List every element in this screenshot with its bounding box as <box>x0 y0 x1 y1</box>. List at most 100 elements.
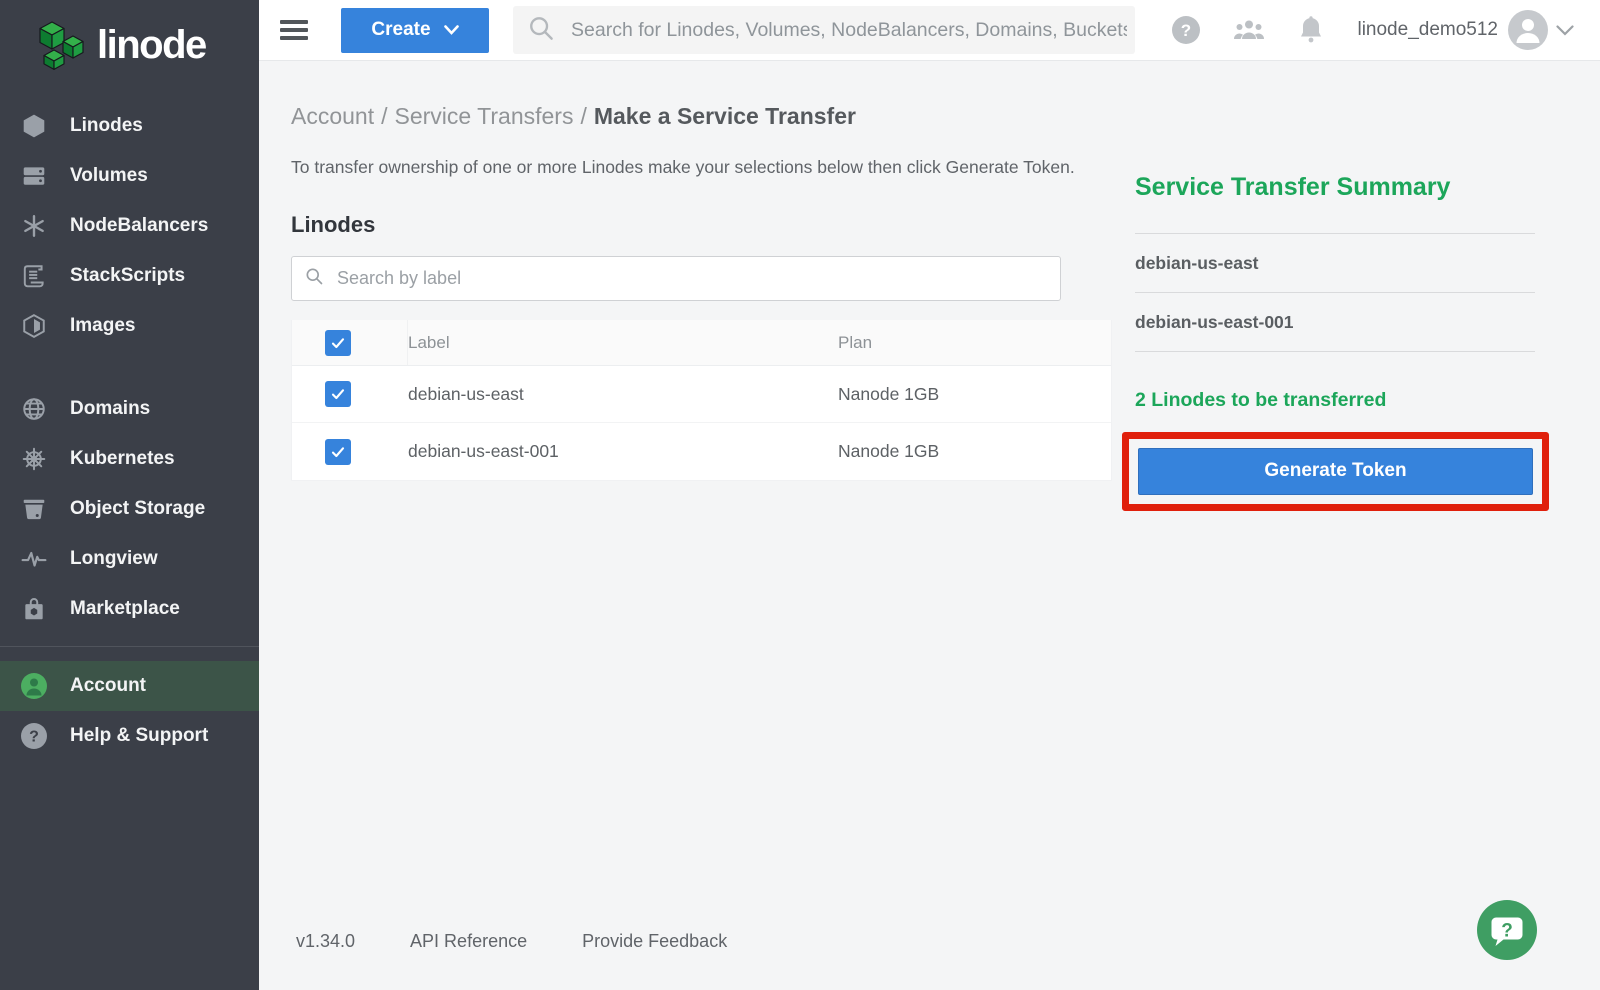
footer: v1.34.0 API Reference Provide Feedback <box>296 931 727 952</box>
global-search <box>513 6 1135 54</box>
column-header-label[interactable]: Label <box>408 333 838 353</box>
row-checkbox-cell <box>292 423 408 480</box>
community-icon[interactable] <box>1231 15 1267 45</box>
service-transfer-summary-panel: Service Transfer Summary debian-us-east … <box>1135 103 1535 511</box>
transfer-form-column: Account/Service Transfers/Make a Service… <box>291 103 1112 511</box>
transfer-description: To transfer ownership of one or more Lin… <box>291 155 1097 181</box>
globe-icon <box>19 396 49 422</box>
top-right-controls: ? linode_demo512 <box>1171 10 1574 50</box>
provide-feedback-link[interactable]: Provide Feedback <box>582 931 727 952</box>
linodes-table: Label Plan debian-us-east Nanode 1GB <box>291 320 1112 481</box>
svg-text:?: ? <box>1181 21 1191 40</box>
linode-plan: Nanode 1GB <box>838 441 1111 462</box>
table-row: debian-us-east-001 Nanode 1GB <box>292 423 1111 480</box>
question-circle-icon: ? <box>19 722 49 750</box>
create-button[interactable]: Create <box>341 8 489 53</box>
sidebar-item-label: Object Storage <box>70 498 205 520</box>
table-row: debian-us-east Nanode 1GB <box>292 366 1111 423</box>
row-checkbox[interactable] <box>325 381 351 407</box>
row-checkbox-cell <box>292 366 408 422</box>
sidebar-item-label: Longview <box>70 548 158 570</box>
menu-icon[interactable] <box>280 16 308 45</box>
breadcrumb-account[interactable]: Account <box>291 103 374 129</box>
account-menu-chevron-icon[interactable] <box>1556 25 1574 36</box>
sidebar-item-label: Volumes <box>70 165 148 187</box>
table-header-row: Label Plan <box>292 320 1111 366</box>
generate-token-button[interactable]: Generate Token <box>1138 448 1533 495</box>
label-search <box>291 256 1061 301</box>
linode-label: debian-us-east <box>408 384 838 405</box>
avatar[interactable] <box>1508 10 1548 50</box>
sidebar-item-nodebalancers[interactable]: NodeBalancers <box>0 201 259 251</box>
breadcrumb-service-transfers[interactable]: Service Transfers <box>395 103 574 129</box>
sidebar-nav: Linodes Volumes <box>0 101 259 761</box>
chevron-down-icon <box>444 19 459 41</box>
svg-text:?: ? <box>1501 921 1513 942</box>
global-search-input[interactable] <box>569 18 1135 43</box>
sidebar: linode Linodes Volumes <box>0 0 259 990</box>
api-reference-link[interactable]: API Reference <box>410 931 527 952</box>
images-icon <box>19 313 49 339</box>
sidebar-item-label: Linodes <box>70 115 143 137</box>
nodebalancer-icon <box>19 213 49 239</box>
linode-label: debian-us-east-001 <box>408 441 838 462</box>
table-header-checkbox-cell <box>292 320 408 365</box>
linode-logo[interactable]: linode <box>0 0 259 89</box>
linode-logo-icon <box>38 20 84 75</box>
floating-help-button[interactable]: ? <box>1477 900 1537 960</box>
linode-logo-text: linode <box>97 25 206 65</box>
volumes-icon <box>19 163 49 189</box>
sidebar-item-label: Marketplace <box>70 598 180 620</box>
sidebar-item-images[interactable]: Images <box>0 301 259 351</box>
sidebar-item-stackscripts[interactable]: StackScripts <box>0 251 259 301</box>
cube-icon <box>19 113 49 139</box>
breadcrumb-separator: / <box>381 103 387 129</box>
summary-count-text: 2 Linodes to be transferred <box>1135 389 1535 412</box>
column-header-plan[interactable]: Plan <box>838 333 1111 353</box>
app-window: linode Linodes Volumes <box>0 0 1600 990</box>
sidebar-item-label: Help & Support <box>70 725 208 747</box>
main-column: Create ? <box>259 0 1600 990</box>
sidebar-item-label: StackScripts <box>70 265 185 287</box>
bucket-icon <box>19 496 49 522</box>
stackscript-icon <box>19 263 49 289</box>
summary-title: Service Transfer Summary <box>1135 173 1535 202</box>
account-avatar-icon <box>19 672 49 700</box>
sidebar-item-account[interactable]: Account <box>0 661 259 711</box>
summary-item: debian-us-east <box>1135 234 1535 293</box>
username[interactable]: linode_demo512 <box>1357 19 1498 41</box>
app-version: v1.34.0 <box>296 931 355 952</box>
breadcrumb: Account/Service Transfers/Make a Service… <box>291 103 1112 130</box>
breadcrumb-separator: / <box>580 103 586 129</box>
shopping-bag-icon <box>19 596 49 622</box>
sidebar-item-help-support[interactable]: ? Help & Support <box>0 711 259 761</box>
nav-divider <box>0 646 259 647</box>
sidebar-item-label: Images <box>70 315 135 337</box>
svg-text:?: ? <box>29 729 39 746</box>
pulse-icon <box>19 546 49 572</box>
summary-item: debian-us-east-001 <box>1135 293 1535 352</box>
sidebar-item-label: Domains <box>70 398 150 420</box>
notifications-bell-icon[interactable] <box>1297 15 1325 45</box>
search-icon <box>304 266 324 291</box>
create-button-label: Create <box>371 19 430 41</box>
nav-group-spacer <box>0 351 259 384</box>
row-checkbox[interactable] <box>325 439 351 465</box>
top-bar: Create ? <box>259 0 1600 61</box>
page-content: Account/Service Transfers/Make a Service… <box>259 61 1600 990</box>
label-search-input[interactable] <box>335 267 1048 290</box>
kubernetes-wheel-icon <box>19 446 49 472</box>
sidebar-item-kubernetes[interactable]: Kubernetes <box>0 434 259 484</box>
sidebar-item-linodes[interactable]: Linodes <box>0 101 259 151</box>
select-all-checkbox[interactable] <box>325 330 351 356</box>
sidebar-item-domains[interactable]: Domains <box>0 384 259 434</box>
sidebar-item-volumes[interactable]: Volumes <box>0 151 259 201</box>
linode-plan: Nanode 1GB <box>838 384 1111 405</box>
search-icon <box>526 13 556 48</box>
sidebar-item-longview[interactable]: Longview <box>0 534 259 584</box>
sidebar-item-label: NodeBalancers <box>70 215 208 237</box>
help-icon[interactable]: ? <box>1171 15 1201 45</box>
sidebar-item-marketplace[interactable]: Marketplace <box>0 584 259 634</box>
sidebar-item-label: Account <box>70 675 146 697</box>
sidebar-item-object-storage[interactable]: Object Storage <box>0 484 259 534</box>
